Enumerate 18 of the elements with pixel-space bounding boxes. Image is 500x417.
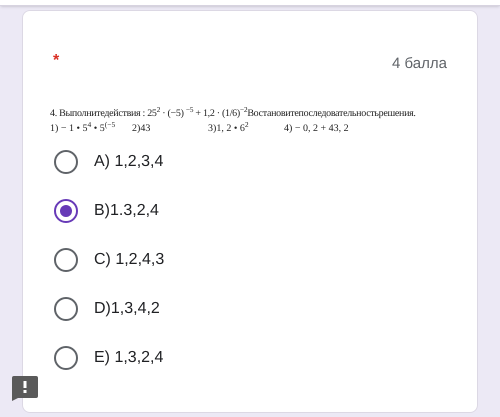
question-text: 4) − 0, 2 + 43, 2 — [284, 122, 350, 136]
feedback-icon[interactable] — [12, 376, 38, 401]
question-text: 3)1, 2 • 6$^{2}$ — [208, 120, 250, 136]
option-label: C) 1,2,4,3 — [94, 250, 164, 270]
option-label: D)1,3,4,2 — [94, 298, 160, 318]
required-mark: * — [53, 51, 60, 71]
radio-button[interactable] — [54, 296, 78, 320]
question-text: 1) − 1 • 5$^{4}$ • 5$^{(−5}$ — [50, 120, 116, 136]
option-label: B)1.3,2,4 — [94, 200, 159, 220]
question-text: 2)43 — [132, 122, 152, 136]
points-label: 4 балла — [392, 54, 447, 74]
option-label: A) 1,2,3,4 — [94, 152, 164, 172]
radio-button[interactable] — [54, 198, 78, 222]
option-label: E) 1,3,2,4 — [94, 348, 164, 368]
question-text: 4. Выполнитедействия : 25$^{2}$ · (−5) $^{−5}$ + 1,2 · (1/6)$^{−2}$Востановитепоследовательностьрешения. — [50, 106, 417, 120]
radio-button[interactable] — [54, 346, 78, 370]
radio-button[interactable] — [54, 248, 78, 272]
radio-button[interactable] — [54, 150, 78, 174]
